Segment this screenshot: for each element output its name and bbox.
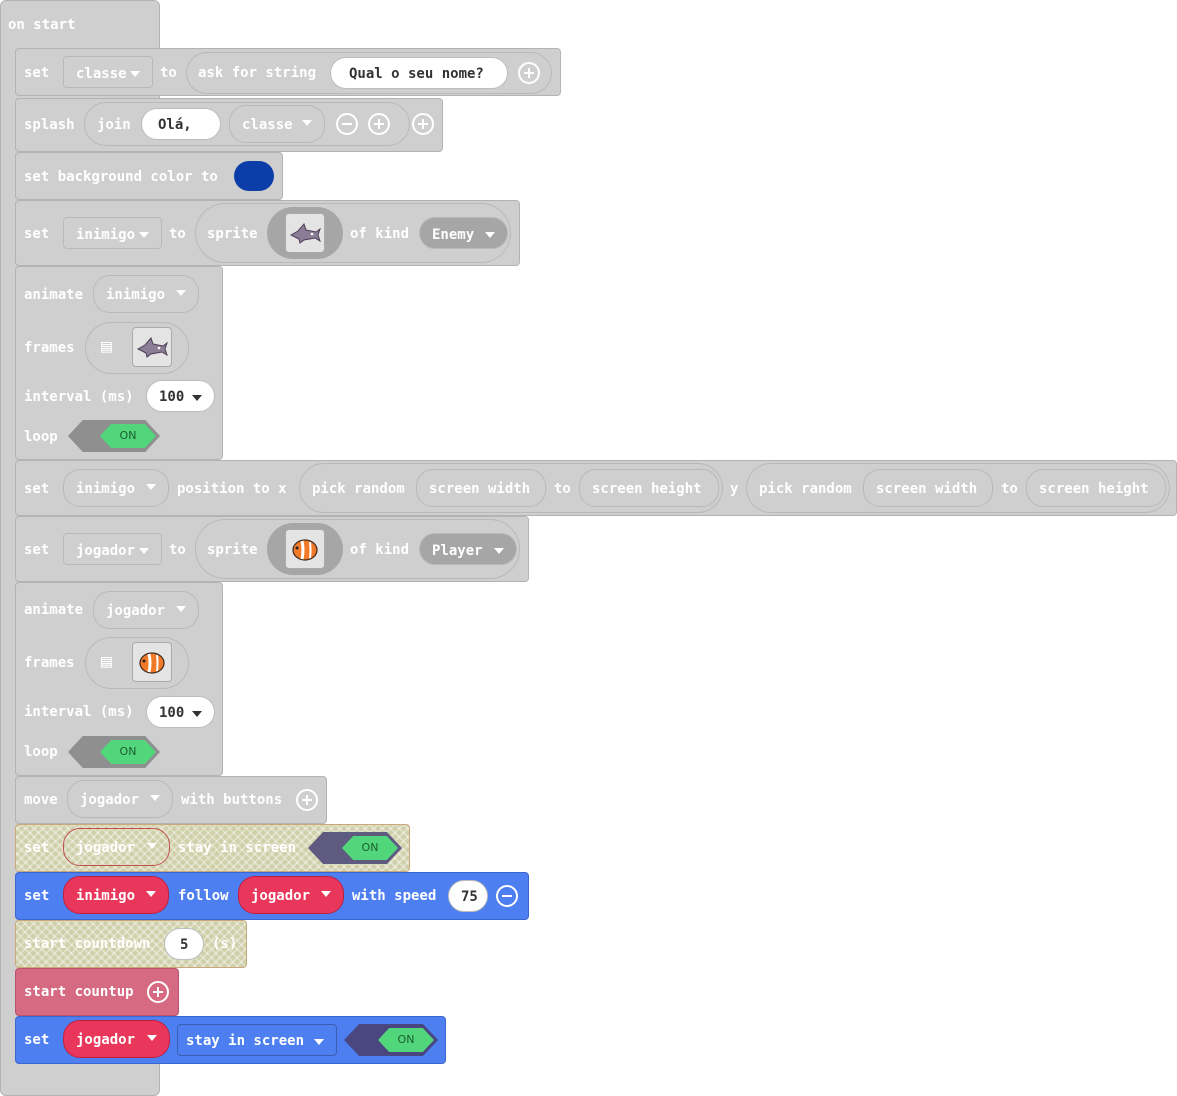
loop-keyword: loop — [24, 744, 58, 760]
add-arg-icon[interactable] — [412, 113, 434, 135]
remove-arg-icon[interactable] — [336, 113, 358, 135]
with-buttons-label: with buttons — [181, 792, 283, 808]
animate-keyword: animate — [24, 287, 84, 303]
follow-keyword: follow — [178, 888, 229, 904]
jogador-variable-pill[interactable]: jogador — [63, 828, 170, 866]
stay-in-screen-label: stay in screen — [178, 840, 297, 856]
screen-height-pill[interactable]: screen height — [579, 469, 719, 507]
y-keyword: y — [730, 481, 739, 497]
frames-keyword: frames — [24, 655, 75, 671]
inimigo-variable-pill[interactable]: inimigo — [63, 469, 169, 507]
add-arg-icon[interactable] — [368, 113, 390, 135]
jogador-variable-pill[interactable]: jogador — [238, 876, 344, 914]
jogador-variable-dropdown[interactable]: jogador — [63, 533, 162, 565]
jogador-variable-pill[interactable]: jogador — [93, 591, 199, 629]
enemy-kind-dropdown[interactable]: Enemy — [419, 217, 508, 249]
stay-in-screen-dropdown[interactable]: stay in screen — [177, 1024, 337, 1056]
interval-keyword: interval (ms) — [24, 389, 134, 405]
add-arg-icon[interactable] — [518, 62, 540, 84]
clownfish-icon[interactable] — [285, 529, 325, 569]
classe-variable-dropdown[interactable]: classe — [63, 56, 153, 88]
speed-input[interactable]: 75 — [448, 880, 488, 912]
set-keyword: set — [24, 65, 50, 81]
color-swatch[interactable] — [234, 161, 274, 191]
add-arg-icon[interactable] — [296, 789, 318, 811]
inimigo-variable-pill[interactable]: inimigo — [93, 275, 199, 313]
pick-random-label: pick random — [312, 481, 405, 497]
sprite-keyword: sprite — [207, 226, 258, 242]
with-speed-label: with speed — [352, 888, 437, 904]
loop-toggle[interactable]: ON — [68, 736, 160, 768]
on-start-label: on start — [8, 17, 76, 33]
set-keyword: set — [24, 542, 50, 558]
join-keyword: join — [97, 117, 131, 133]
inimigo-variable-dropdown[interactable]: inimigo — [63, 217, 162, 249]
interval-keyword: interval (ms) — [24, 704, 134, 720]
film-icon: ▤ — [101, 336, 112, 357]
start-countdown-label: start countdown — [24, 936, 151, 952]
shark-icon[interactable] — [132, 327, 172, 367]
remove-arg-icon[interactable] — [496, 885, 518, 907]
set-keyword: set — [24, 226, 50, 242]
prompt-string-input[interactable]: Qual o seu nome? — [330, 57, 508, 89]
sprite-keyword: sprite — [207, 542, 258, 558]
to-keyword: to — [160, 65, 177, 81]
classe-variable-pill[interactable]: classe — [229, 105, 325, 143]
frames-keyword: frames — [24, 340, 75, 356]
inimigo-variable-pill[interactable]: inimigo — [63, 876, 169, 914]
set-keyword: set — [24, 888, 50, 904]
position-to-x-label: position to x — [177, 481, 287, 497]
interval-dropdown[interactable]: 100 — [146, 380, 215, 412]
set-keyword: set — [24, 481, 50, 497]
jogador-variable-pill[interactable]: jogador — [67, 780, 173, 818]
film-icon: ▤ — [101, 651, 112, 672]
screen-height-pill[interactable]: screen height — [1026, 469, 1166, 507]
screen-width-pill[interactable]: screen width — [863, 469, 993, 507]
clownfish-icon[interactable] — [132, 642, 172, 682]
stay-toggle[interactable]: ON — [344, 1024, 438, 1056]
to-keyword: to — [554, 481, 571, 497]
to-keyword: to — [1001, 481, 1018, 497]
loop-keyword: loop — [24, 429, 58, 445]
interval-dropdown[interactable]: 100 — [146, 696, 215, 728]
player-kind-dropdown[interactable]: Player — [419, 533, 517, 565]
move-keyword: move — [24, 792, 58, 808]
pick-random-label: pick random — [759, 481, 852, 497]
ask-for-string-label: ask for string — [198, 65, 317, 81]
set-background-color-label: set background color to — [24, 169, 218, 185]
set-keyword: set — [24, 840, 50, 856]
jogador-variable-pill[interactable]: jogador — [63, 1020, 170, 1058]
screen-width-pill[interactable]: screen width — [416, 469, 546, 507]
countdown-seconds-input[interactable]: 5 — [164, 928, 204, 960]
start-countup-label: start countup — [24, 984, 134, 1000]
shark-icon[interactable] — [285, 213, 325, 253]
of-kind-keyword: of kind — [350, 542, 410, 558]
seconds-unit-label: (s) — [212, 936, 238, 952]
to-keyword: to — [169, 542, 186, 558]
ola-string-input[interactable]: Olá, — [141, 108, 221, 140]
set-keyword: set — [24, 1032, 50, 1048]
loop-toggle[interactable]: ON — [68, 420, 160, 452]
stay-toggle[interactable]: ON — [308, 832, 402, 864]
to-keyword: to — [169, 226, 186, 242]
of-kind-keyword: of kind — [350, 226, 410, 242]
add-arg-icon[interactable] — [147, 981, 169, 1003]
animate-keyword: animate — [24, 602, 84, 618]
splash-keyword: splash — [24, 117, 75, 133]
